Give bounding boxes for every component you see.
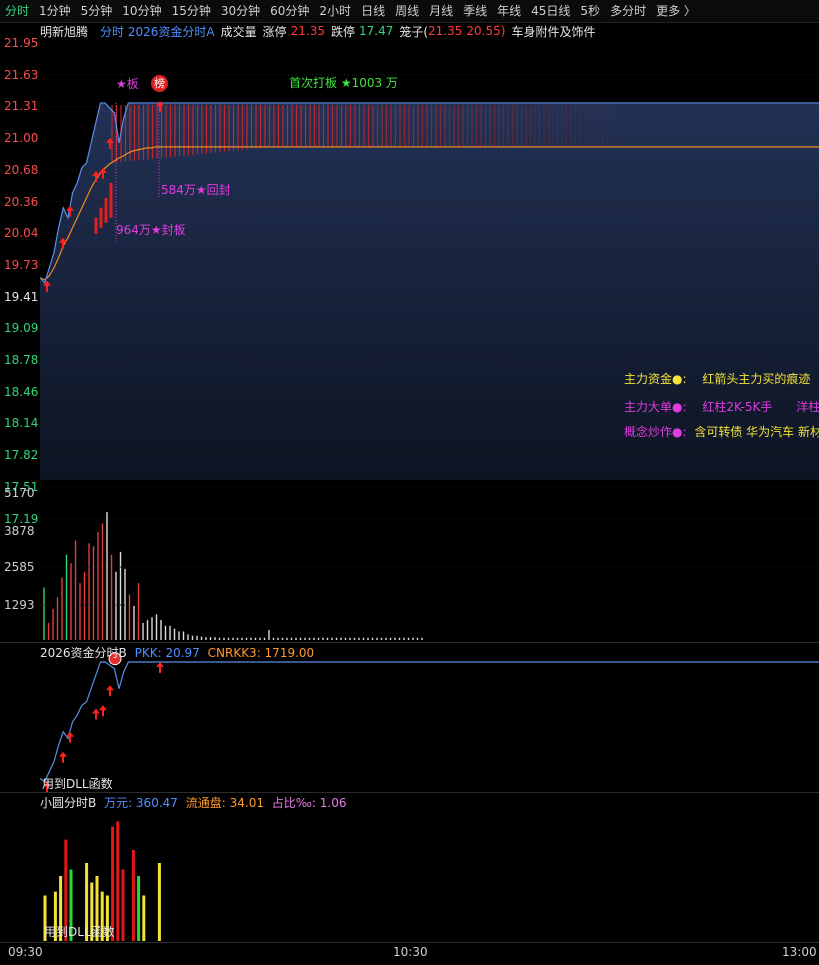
indicator-b-cnr: CNRKK3: 1719.00 — [207, 646, 315, 660]
legend-1-label: 主力资金●: — [624, 372, 687, 386]
legend-line-3: 概念炒作●: 含可转债 华为汽车 新材 — [624, 423, 819, 440]
price-tick-3: 21.00 — [4, 131, 39, 146]
flow-bar — [116, 821, 120, 941]
timeframe-16[interactable]: 更多 〉 — [651, 0, 701, 22]
limit-down-label: 跌停 — [330, 24, 355, 39]
volume-axis: 5170 3878 2585 1293 — [0, 480, 38, 640]
timeframe-12[interactable]: 年线 — [492, 0, 526, 22]
divider-indicator-b — [0, 792, 819, 793]
timeframe-7[interactable]: 2小时 — [314, 0, 356, 22]
indicator-name[interactable]: 分时 2026资金分时A — [100, 23, 215, 40]
indicator-b-dll-note: 用到DLL函数 — [42, 777, 113, 791]
volume-label[interactable]: 成交量 — [221, 23, 257, 40]
indicator-b-arrow-icon — [99, 705, 107, 717]
legend-line-1: 主力资金●: 红箭头主力买的痕迹 — [624, 370, 810, 387]
timeframe-4[interactable]: 15分钟 — [167, 0, 216, 22]
indicator-c-name[interactable]: 小圆分时B — [40, 796, 96, 810]
first-board-annotation: 首次打板 ★1003 万 — [289, 76, 398, 90]
timeframe-0[interactable]: 分时 — [0, 0, 34, 22]
stock-name: 明新旭腾 — [40, 24, 89, 39]
early-red-bar — [104, 197, 108, 223]
price-tick-8: 19.41 — [4, 289, 39, 304]
volume-tick-3: 1293 — [4, 598, 35, 612]
price-tick-11: 18.46 — [4, 384, 39, 399]
price-tick-5: 20.36 — [4, 194, 39, 209]
early-red-bar — [94, 217, 98, 234]
timeframe-8[interactable]: 日线 — [356, 0, 390, 22]
limit-down-value: 17.47 — [359, 24, 394, 38]
cage-hi: 21.35 — [428, 24, 463, 38]
timeframe-10[interactable]: 月线 — [424, 0, 458, 22]
bang-badge[interactable]: 榜 — [151, 75, 168, 92]
indicator-b-arrow-icon — [156, 662, 164, 673]
timeframe-13[interactable]: 45日线 — [526, 0, 575, 22]
price-tick-1: 21.63 — [4, 67, 39, 82]
flow-bar — [157, 863, 161, 941]
time-axis: 09:30 10:30 13:00 — [0, 942, 819, 965]
timeframe-15[interactable]: 多分时 — [605, 0, 651, 22]
price-tick-10: 18.78 — [4, 353, 39, 367]
early-red-bar — [109, 182, 113, 218]
timeframe-9[interactable]: 周线 — [390, 0, 424, 22]
legend-3-label: 概念炒作●: — [624, 425, 687, 439]
price-tick-13: 17.82 — [4, 448, 39, 463]
price-tick-4: 20.68 — [4, 162, 39, 177]
indicator-c-dll-note: 用到DLL函数 — [44, 925, 115, 939]
indicator-b-pkk: PKK: 20.97 — [134, 646, 200, 660]
volume-tick-1: 3878 — [4, 524, 35, 538]
timeframe-14[interactable]: 5秒 — [575, 0, 605, 22]
indicator-b-arrow-icon — [92, 708, 100, 720]
legend-1-text: 红箭头主力买的痕迹 — [702, 372, 811, 386]
indicator-b-arrow-icon — [106, 685, 114, 697]
indicator-b-header: 2026资金分时B PKK: 20.97 CNRKK3: 1719.00 — [40, 644, 314, 661]
legend-3-text: 含可转债 华为汽车 新材 — [694, 425, 819, 439]
price-tick-6: 20.04 — [4, 226, 39, 241]
time-label-1300: 13:00 — [782, 945, 817, 959]
flow-bar — [131, 850, 135, 941]
flow-bar — [137, 876, 141, 941]
legend-line-2: 主力大单●: 红柱2K-5K手 洋柱5 — [624, 398, 819, 415]
board-annotation: ★板 — [116, 77, 139, 91]
price-tick-2: 21.31 — [4, 99, 39, 114]
price-tick-12: 18.14 — [4, 416, 39, 431]
volume-tick-2: 2585 — [4, 560, 35, 574]
legend-2-text: 红柱2K-5K手 — [702, 400, 773, 414]
cage-lo: 20.55) — [466, 24, 506, 38]
time-label-1030: 10:30 — [393, 945, 428, 959]
indicator-b-arrow-icon — [59, 751, 67, 763]
timeframe-3[interactable]: 10分钟 — [117, 0, 166, 22]
reseal-annotation: 584万★回封 — [161, 183, 231, 197]
timeframe-1[interactable]: 1分钟 — [34, 0, 76, 22]
time-label-open: 09:30 — [8, 945, 43, 959]
early-red-bar — [99, 207, 103, 228]
legend-2-label: 主力大单●: — [624, 400, 687, 414]
sector-label: 车身附件及饰件 — [511, 24, 596, 39]
price-tick-9: 19.09 — [4, 321, 39, 336]
timeframe-11[interactable]: 季线 — [458, 0, 492, 22]
indicator-b-line — [39, 661, 819, 783]
indicator-c-wan: 万元: 360.47 — [104, 796, 178, 810]
timeframe-toolbar: 分时 1分钟 5分钟 10分钟 15分钟 30分钟 60分钟 2小时 日线 周线 月线 季线 年线 45日… — [0, 0, 819, 23]
price-tick-7: 19.73 — [4, 257, 39, 272]
price-tick-0: 21.95 — [4, 36, 39, 50]
indicator-c-header: 小圆分时B 万元: 360.47 流通盘: 34.01 占比‰: 1.06 — [40, 794, 346, 811]
indicator-b-name[interactable]: 2026资金分时B — [40, 646, 127, 660]
cage-label: 笼子( — [399, 24, 429, 39]
chart-header: 明新旭腾 分时 2026资金分时A 成交量 涨停 21.35 跌停 17.47 … — [0, 22, 819, 40]
timeframe-6[interactable]: 60分钟 — [265, 0, 314, 22]
timeframe-2[interactable]: 5分钟 — [76, 0, 118, 22]
limit-up-value: 21.35 — [290, 24, 325, 38]
limit-up-label: 涨停 — [262, 24, 287, 39]
flow-bar — [142, 895, 146, 941]
price-axis: 21.95 21.63 21.31 21.00 20.68 20.36 20.04 19.73… — [0, 36, 39, 526]
indicator-c-ratio: 占比‰: 1.06 — [271, 796, 347, 810]
divider-volume — [0, 642, 819, 643]
volume-tick-0: 5170 — [4, 486, 35, 500]
indicator-c-float: 流通盘: 34.01 — [185, 796, 264, 810]
flow-bar — [121, 869, 125, 941]
legend-2-extra: 洋柱5 — [796, 400, 819, 414]
timeframe-5[interactable]: 30分钟 — [216, 0, 265, 22]
seal-annotation: 964万★封板 — [116, 223, 186, 237]
